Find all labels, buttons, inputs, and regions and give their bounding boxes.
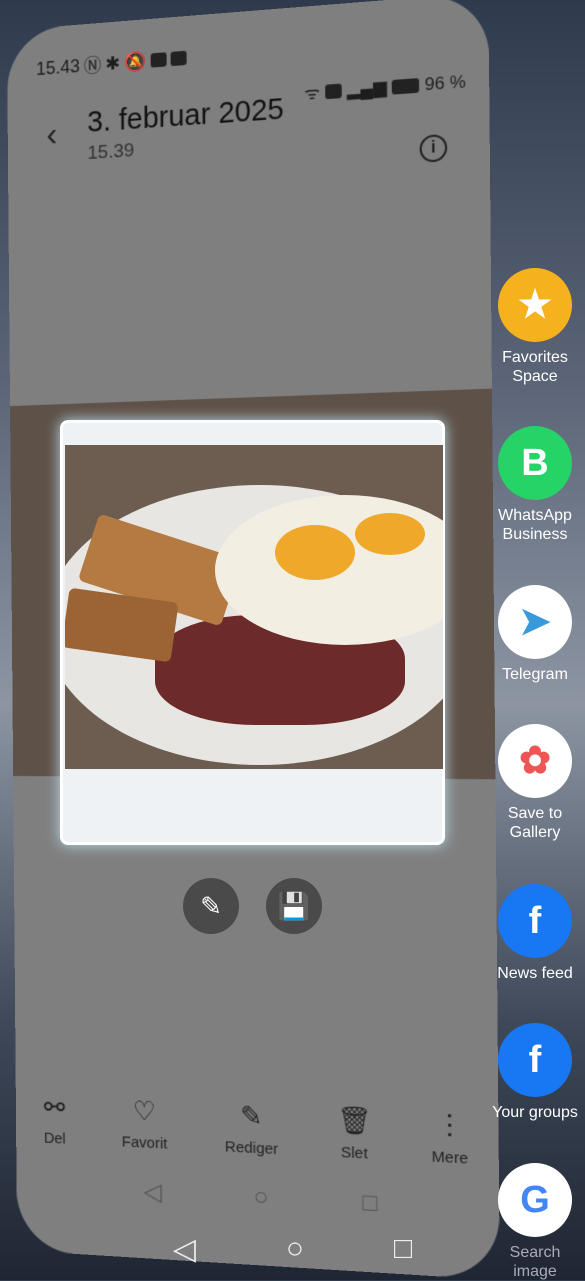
gallery-icon: ✿ — [498, 724, 572, 798]
save-icon: 💾 — [277, 891, 311, 921]
back-icon[interactable]: ‹ — [46, 115, 57, 155]
whatsapp-business-icon: B — [498, 426, 572, 500]
system-nav-bar: ◁ ○ □ — [0, 1218, 585, 1280]
nfc-icon: Ⓝ — [83, 55, 102, 77]
battery-icon — [391, 77, 420, 95]
youtube-icon — [170, 50, 187, 67]
recents-nav-button[interactable]: □ — [394, 1232, 412, 1266]
signal-icon: ▂▄▆ — [346, 76, 387, 100]
share-label: Save to Gallery — [507, 805, 563, 841]
status-time: 15.43 — [36, 55, 80, 79]
share-label: Del — [43, 1129, 66, 1148]
action-bar: ⚯ Del ♡ Favorit ✎ Rediger 🗑 Slet ⋮ Mere — [16, 1090, 499, 1169]
facebook-icon: f — [498, 1023, 572, 1097]
more-label: Mere — [431, 1148, 469, 1168]
share-label: WhatsApp Business — [498, 507, 572, 543]
more-button[interactable]: ⋮ Mere — [431, 1108, 469, 1168]
save-screenshot-button[interactable]: 💾 — [266, 878, 322, 934]
share-your-groups[interactable]: f Your groups — [487, 1023, 583, 1122]
info-icon[interactable]: i — [419, 133, 448, 163]
favorite-button[interactable]: ♡ Favorit — [121, 1095, 168, 1153]
home-nav-icon: ○ — [253, 1182, 269, 1212]
back-nav-button[interactable]: ◁ — [173, 1232, 196, 1267]
star-icon: ★ — [498, 268, 572, 342]
share-icon: ⚯ — [43, 1091, 66, 1123]
heart-icon: ♡ — [132, 1095, 156, 1127]
crop-frame[interactable] — [60, 420, 445, 845]
more-icon: ⋮ — [435, 1108, 464, 1142]
edit-button[interactable]: ✎ Rediger — [224, 1099, 278, 1158]
wifi-icon: ᯤ — [304, 83, 321, 104]
share-label: Telegram — [502, 666, 568, 683]
share-favorites-space[interactable]: ★ Favorites Space — [487, 268, 583, 386]
share-label: News feed — [497, 965, 573, 982]
inner-nav-bar: ◁ ○ □ — [143, 1177, 377, 1220]
page-title: 3. februar 2025 — [87, 92, 285, 139]
bluetooth-icon: ✱ — [105, 52, 121, 74]
delete-button[interactable]: 🗑 Slet — [337, 1104, 372, 1163]
facebook-icon — [150, 52, 167, 68]
home-nav-button[interactable]: ○ — [286, 1232, 304, 1266]
status-bar: 15.43 Ⓝ ✱ 🔕 — [36, 45, 187, 83]
telegram-icon: ➤ — [498, 585, 572, 659]
share-button[interactable]: ⚯ Del — [43, 1091, 66, 1148]
facebook-icon: f — [498, 884, 572, 958]
edit-screenshot-button[interactable]: ✎ — [183, 878, 239, 934]
edit-icon: ✎ — [200, 891, 222, 921]
food-photo — [65, 445, 443, 769]
battery-level: 96 % — [424, 71, 466, 94]
page-subtitle: 15.39 — [87, 139, 135, 165]
share-label: Your groups — [492, 1104, 578, 1121]
share-telegram[interactable]: ➤ Telegram — [487, 585, 583, 684]
hd-icon — [325, 83, 342, 99]
share-news-feed[interactable]: f News feed — [487, 884, 583, 983]
share-label: Favorites Space — [502, 349, 568, 385]
share-whatsapp-business[interactable]: B WhatsApp Business — [487, 426, 583, 544]
back-nav-icon: ◁ — [143, 1177, 162, 1207]
delete-label: Slet — [340, 1143, 368, 1163]
favorite-label: Favorit — [121, 1133, 168, 1153]
trash-icon: 🗑 — [336, 1104, 372, 1137]
share-save-to-gallery[interactable]: ✿ Save to Gallery — [487, 724, 583, 842]
mute-icon: 🔕 — [124, 50, 147, 73]
recents-nav-icon: □ — [362, 1188, 378, 1218]
edit-icon: ✎ — [239, 1099, 263, 1132]
edit-label: Rediger — [224, 1138, 279, 1159]
